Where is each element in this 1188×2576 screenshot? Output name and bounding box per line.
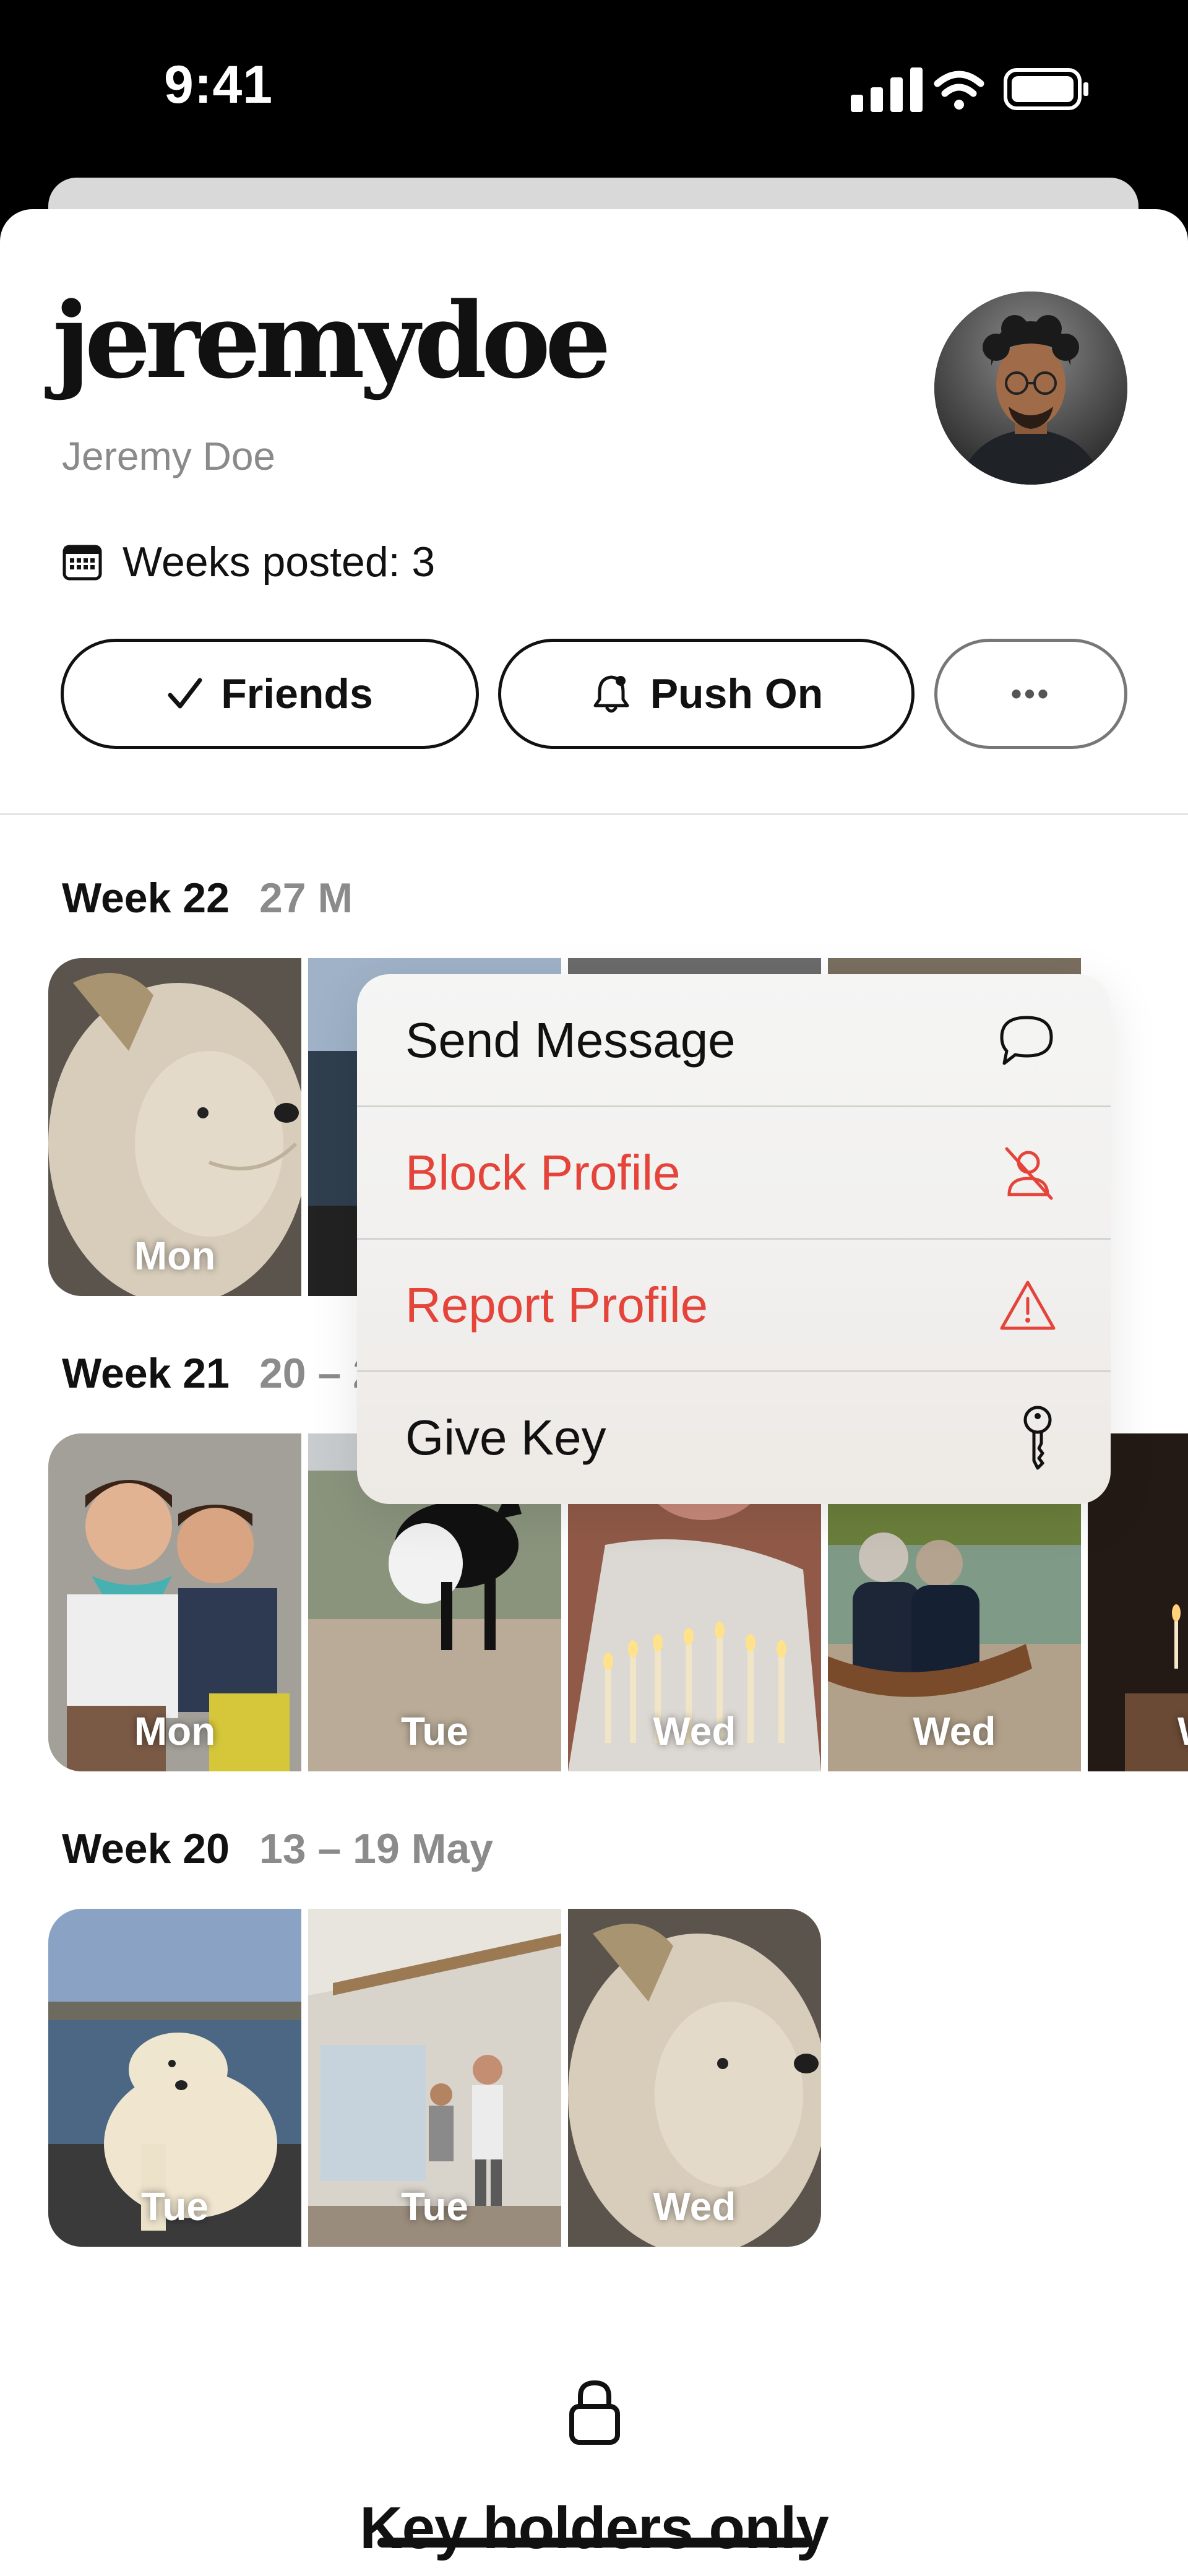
week-title: Week 22 <box>62 875 230 922</box>
week-20-header: Week 20 13 – 19 May <box>62 1825 493 1873</box>
profile-sheet: jeremydoe Jeremy Doe Weeks posted: 3 Fri… <box>0 209 1188 2576</box>
wifi-icon <box>934 71 984 110</box>
status-time: 9:41 <box>164 55 273 115</box>
weeks-posted: Weeks posted: 3 <box>62 537 435 587</box>
day-label: Tue <box>140 2184 209 2229</box>
menu-item-label: Report Profile <box>405 1277 708 1333</box>
photo-tile[interactable]: Tue <box>308 1909 561 2247</box>
chat-bubble-icon <box>1000 1016 1053 1065</box>
photo-tile[interactable]: Wed <box>568 1909 821 2247</box>
week-22-header: Week 22 27 M <box>62 874 353 922</box>
day-label: Mon <box>134 1234 216 1278</box>
person-slash-icon <box>1005 1147 1053 1200</box>
calendar-icon <box>62 545 102 581</box>
day-label: Tue <box>400 2184 469 2229</box>
menu-item-label: Give Key <box>405 1410 606 1465</box>
profile-options-menu: Send Message Block Profile Report Profil… <box>357 974 1111 1504</box>
username: jeremydoe <box>53 279 611 402</box>
photo-tile[interactable]: Mon <box>48 958 301 1296</box>
status-icons <box>851 67 1088 112</box>
header-divider <box>0 813 1188 815</box>
day-label: Wed <box>653 1709 736 1753</box>
push-label: Push On <box>650 670 824 717</box>
week-title: Week 20 <box>62 1825 230 1872</box>
friends-button[interactable]: Friends <box>61 639 479 749</box>
push-notifications-button[interactable]: Push On <box>498 639 915 749</box>
key-holders-label: Key holders only <box>359 2495 829 2561</box>
day-label: Mon <box>134 1709 216 1753</box>
avatar-photo <box>934 292 1127 485</box>
menu-item-label: Send Message <box>405 1013 736 1068</box>
photo-tile[interactable]: Mon <box>48 1433 301 1771</box>
day-label: Tue <box>400 1709 469 1753</box>
menu-item-send-message[interactable]: Send Message <box>357 974 1111 1107</box>
warning-triangle-icon <box>1000 1281 1056 1330</box>
full-name: Jeremy Doe <box>62 434 275 478</box>
weeks-posted-label: Weeks posted: 3 <box>123 538 436 586</box>
week-range: 13 – 19 May <box>259 1825 493 1872</box>
avatar[interactable] <box>934 292 1127 485</box>
more-options-button[interactable]: ••• <box>934 639 1127 749</box>
cellular-signal-icon <box>851 67 923 112</box>
key-icon <box>1023 1406 1052 1470</box>
status-bar: 9:41 <box>0 0 1188 179</box>
menu-item-give-key[interactable]: Give Key <box>357 1372 1111 1504</box>
menu-item-label: Block Profile <box>405 1145 681 1200</box>
bell-icon <box>590 672 633 715</box>
day-label: Wed <box>653 2184 736 2229</box>
week-title: Week 21 <box>62 1350 230 1397</box>
lock-icon <box>569 2380 620 2445</box>
menu-item-block-profile[interactable]: Block Profile <box>357 1107 1111 1239</box>
more-icon: ••• <box>1010 676 1051 711</box>
photo-tile[interactable]: Tue <box>48 1909 301 2247</box>
week-range: 27 M <box>259 875 353 922</box>
checkmark-icon <box>166 675 204 712</box>
friends-label: Friends <box>221 670 373 717</box>
day-label: W <box>1088 1708 1188 1754</box>
home-indicator <box>377 2538 811 2548</box>
menu-item-report-profile[interactable]: Report Profile <box>357 1239 1111 1372</box>
day-label: Wed <box>913 1709 996 1753</box>
battery-icon <box>1004 68 1088 110</box>
